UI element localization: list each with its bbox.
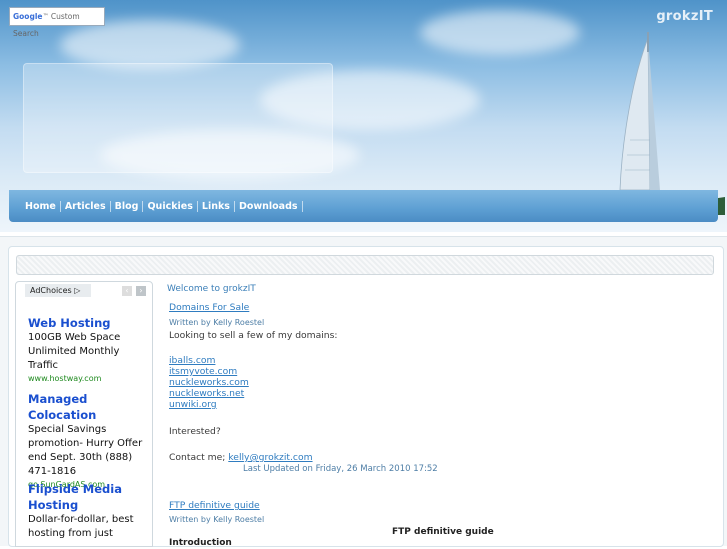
domain-link[interactable]: nuckleworks.com bbox=[169, 377, 249, 388]
burj-al-arab-image bbox=[619, 32, 660, 190]
site-logo[interactable]: grokzIT bbox=[656, 9, 713, 24]
article-title[interactable]: Domains For Sale bbox=[169, 302, 249, 313]
ad-title[interactable]: Web Hosting bbox=[28, 315, 148, 331]
adchoices-icon: ▷ bbox=[74, 286, 81, 295]
article-contact: Contact me; kelly@grokzit.com bbox=[169, 452, 313, 463]
ad-item[interactable]: Flipside Media Hosting Dollar-for-dollar… bbox=[28, 481, 148, 541]
article-author: Written by Kelly Roestel bbox=[169, 515, 265, 524]
adchoices-label: AdChoices bbox=[30, 286, 72, 295]
domain-link[interactable]: itsmyvote.com bbox=[169, 366, 237, 377]
domain-link[interactable]: unwiki.org bbox=[169, 399, 217, 410]
nav-links[interactable]: Links bbox=[198, 200, 235, 212]
ad-item[interactable]: Managed Colocation Special Savings promo… bbox=[28, 391, 148, 490]
domain-link-text[interactable]: unwiki.org bbox=[169, 399, 217, 410]
article-author: Written by Kelly Roestel bbox=[169, 318, 265, 327]
main-nav: Home Articles Blog Quickies Links Downlo… bbox=[21, 190, 303, 222]
ad-description: Dollar-for-dollar, best hosting from jus… bbox=[28, 514, 134, 539]
domain-link-text[interactable]: nuckleworks.net bbox=[169, 388, 244, 399]
ad-description: 100GB Web Space Unlimited Monthly Traffi… bbox=[28, 332, 121, 371]
domain-link-text[interactable]: iballs.com bbox=[169, 355, 215, 366]
ad-prev-icon[interactable]: ‹ bbox=[122, 286, 132, 296]
contact-email-link[interactable]: kelly@grokzit.com bbox=[228, 452, 312, 463]
header-panel bbox=[23, 63, 333, 173]
google-logo: Google bbox=[13, 12, 43, 21]
contact-label: Contact me; bbox=[169, 452, 226, 463]
domain-link[interactable]: iballs.com bbox=[169, 355, 215, 366]
article-title[interactable]: FTP definitive guide bbox=[169, 500, 260, 511]
header-banner: Google™ Custom Search grokzIT Home Artic… bbox=[0, 0, 727, 232]
ad-title[interactable]: Managed Colocation bbox=[28, 391, 148, 423]
nav-home[interactable]: Home bbox=[21, 200, 61, 212]
domain-link-text[interactable]: itsmyvote.com bbox=[169, 366, 237, 377]
article-question: Interested? bbox=[169, 426, 221, 437]
adchoices-badge[interactable]: AdChoices ▷ bbox=[25, 284, 91, 297]
ad-description: Special Savings promotion- Hurry Offer e… bbox=[28, 424, 143, 477]
nav-quickies[interactable]: Quickies bbox=[143, 200, 198, 212]
nav-blog[interactable]: Blog bbox=[111, 200, 144, 212]
nav-articles[interactable]: Articles bbox=[61, 200, 111, 212]
ad-title[interactable]: Flipside Media Hosting bbox=[28, 481, 148, 513]
ad-next-icon[interactable]: › bbox=[136, 286, 146, 296]
article-last-updated: Last Updated on Friday, 26 March 2010 17… bbox=[243, 464, 438, 474]
nav-downloads[interactable]: Downloads bbox=[235, 200, 303, 212]
cloud-decoration bbox=[420, 10, 580, 55]
article-intro: Looking to sell a few of my domains: bbox=[169, 330, 338, 341]
article-title-link[interactable]: Domains For Sale bbox=[169, 302, 249, 313]
article-title-link[interactable]: FTP definitive guide bbox=[169, 500, 260, 511]
domain-link-text[interactable]: nuckleworks.com bbox=[169, 377, 249, 388]
main-nav-bar: Home Articles Blog Quickies Links Downlo… bbox=[9, 190, 718, 222]
article-heading: FTP definitive guide bbox=[392, 527, 494, 537]
welcome-breadcrumb: Welcome to grokzIT bbox=[167, 284, 256, 294]
article-section-heading: Introduction bbox=[169, 538, 232, 548]
ad-url[interactable]: www.hostway.com bbox=[28, 373, 148, 384]
content-top-bar bbox=[16, 255, 714, 275]
domain-link[interactable]: nuckleworks.net bbox=[169, 388, 244, 399]
ad-item[interactable]: Web Hosting 100GB Web Space Unlimited Mo… bbox=[28, 315, 148, 384]
google-custom-search-input[interactable]: Google™ Custom Search bbox=[9, 7, 105, 38]
